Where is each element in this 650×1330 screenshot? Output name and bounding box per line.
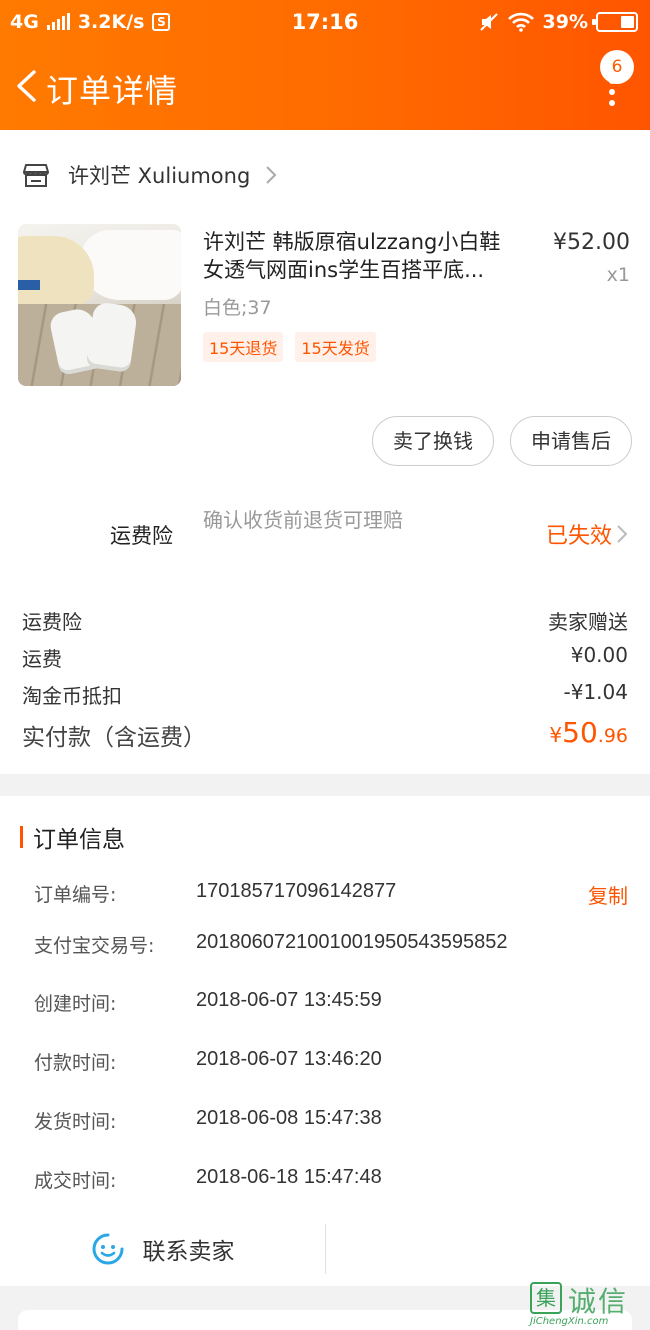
chat-smiley-icon	[92, 1233, 123, 1265]
order-item-card: 许刘芒 Xuliumong 许刘芒 韩版原宿ulzzang小白鞋 女透气网面in…	[0, 130, 650, 774]
alipay-trade-row: 支付宝交易号: 2018060721001001950543595852	[34, 931, 628, 961]
info-label: 创建时间:	[34, 993, 117, 1015]
fee-value: -¥1.04	[563, 680, 628, 704]
watermark-name: 诚信	[568, 1285, 629, 1318]
chevron-right-icon	[617, 525, 628, 543]
status-bar: 4G 3.2K/s S 17:16 39%	[0, 0, 650, 44]
completed-time-row: 成交时间: 2018-06-18 15:47:48	[34, 1166, 628, 1196]
shop-row[interactable]: 许刘芒 Xuliumong	[22, 158, 278, 192]
info-label: 发货时间:	[34, 1111, 117, 1133]
divider	[325, 1224, 326, 1274]
created-time-row: 创建时间: 2018-06-07 13:45:59	[34, 989, 628, 1019]
completed-time: 2018-06-18 15:47:48	[196, 1166, 382, 1188]
watermark-url: JiChengXin.com	[530, 1316, 609, 1327]
product-title-line2: 女透气网面ins学生百搭平底...	[203, 258, 485, 282]
shipped-time-row: 发货时间: 2018-06-08 15:47:38	[34, 1107, 628, 1137]
watermark-mark: 集	[530, 1282, 562, 1314]
payment-time: 2018-06-07 13:46:20	[196, 1048, 382, 1070]
fee-row-shipping: 运费 ¥0.00	[22, 643, 628, 673]
header: 4G 3.2K/s S 17:16 39% 订单详情 6	[0, 0, 650, 130]
fee-row-coins: 淘金币抵扣 -¥1.04	[22, 680, 628, 710]
product-price: ¥52.00	[553, 230, 630, 255]
chevron-right-icon	[266, 166, 277, 184]
total-currency: ¥	[549, 723, 563, 747]
copy-button[interactable]: 复制	[588, 880, 628, 909]
tag-return: 15天退货	[203, 332, 284, 362]
total-amount: ¥50.96	[549, 716, 628, 749]
service-tags: 15天退货 15天发货	[203, 332, 376, 362]
more-menu-icon[interactable]	[608, 78, 616, 106]
insurance-description: 确认收货前退货可理赔	[203, 508, 403, 532]
info-label: 付款时间:	[34, 1052, 117, 1074]
item-actions: 卖了换钱 申请售后	[372, 416, 632, 466]
aftersale-button[interactable]: 申请售后	[510, 416, 632, 466]
product-title[interactable]: 许刘芒 韩版原宿ulzzang小白鞋 女透气网面ins学生百搭平底...	[203, 228, 528, 284]
nav-bar: 订单详情 6	[0, 44, 650, 130]
fee-value: 卖家赠送	[548, 610, 628, 634]
section-accent-bar	[20, 826, 23, 848]
shipped-time: 2018-06-08 15:47:38	[196, 1107, 382, 1129]
mute-icon	[479, 13, 498, 31]
product-title-line1: 许刘芒 韩版原宿ulzzang小白鞋	[203, 230, 501, 254]
total-integer: 50	[562, 716, 598, 749]
info-label: 支付宝交易号:	[34, 935, 155, 957]
sell-button[interactable]: 卖了换钱	[372, 416, 494, 466]
alipay-trade-number: 2018060721001001950543595852	[196, 931, 508, 953]
shop-name: 许刘芒 Xuliumong	[68, 164, 251, 188]
fee-label: 运费	[22, 647, 62, 671]
fee-value: ¥0.00	[570, 643, 628, 667]
shipping-insurance-row[interactable]: 运费险 确认收货前退货可理赔 已失效	[0, 506, 650, 566]
contact-seller-button[interactable]: 联系卖家	[0, 1224, 325, 1274]
watermark-logo: 集 诚信 JiChengXin.com	[530, 1280, 646, 1330]
info-label: 成交时间:	[34, 1170, 117, 1192]
created-time: 2018-06-07 13:45:59	[196, 989, 382, 1011]
wifi-icon	[507, 12, 534, 32]
message-badge[interactable]: 6	[600, 50, 634, 84]
total-paid-row: 实付款（含运费） ¥50.96	[22, 716, 628, 758]
payment-time-row: 付款时间: 2018-06-07 13:46:20	[34, 1048, 628, 1078]
order-info-title: 订单信息	[33, 827, 125, 853]
battery-percent: 39%	[542, 11, 588, 33]
tag-shipping: 15天发货	[295, 332, 376, 362]
total-decimal: .96	[597, 725, 628, 747]
insurance-label: 运费险	[110, 524, 173, 548]
product-quantity: x1	[606, 264, 630, 286]
info-label: 订单编号:	[34, 884, 117, 906]
order-info-header: 订单信息	[20, 822, 125, 853]
contact-seller-label: 联系卖家	[142, 1239, 235, 1265]
page-title: 订单详情	[46, 72, 179, 110]
fee-label: 运费险	[22, 610, 82, 634]
order-info-section: 订单信息 订单编号: 170185717096142877 复制 支付宝交易号:…	[0, 796, 650, 1286]
fee-row-insurance: 运费险 卖家赠送	[22, 606, 628, 636]
insurance-status: 已失效	[545, 524, 612, 549]
store-icon	[23, 164, 49, 187]
fee-label: 淘金币抵扣	[22, 684, 122, 708]
product-sku: 白色;37	[203, 297, 272, 319]
total-label: 实付款（含运费）	[22, 725, 206, 751]
battery-icon	[592, 12, 638, 32]
product-thumbnail[interactable]	[18, 224, 181, 386]
order-number-row: 订单编号: 170185717096142877	[34, 880, 628, 910]
back-arrow-icon[interactable]	[14, 69, 38, 103]
status-right: 39%	[479, 11, 638, 33]
order-number: 170185717096142877	[196, 880, 397, 902]
